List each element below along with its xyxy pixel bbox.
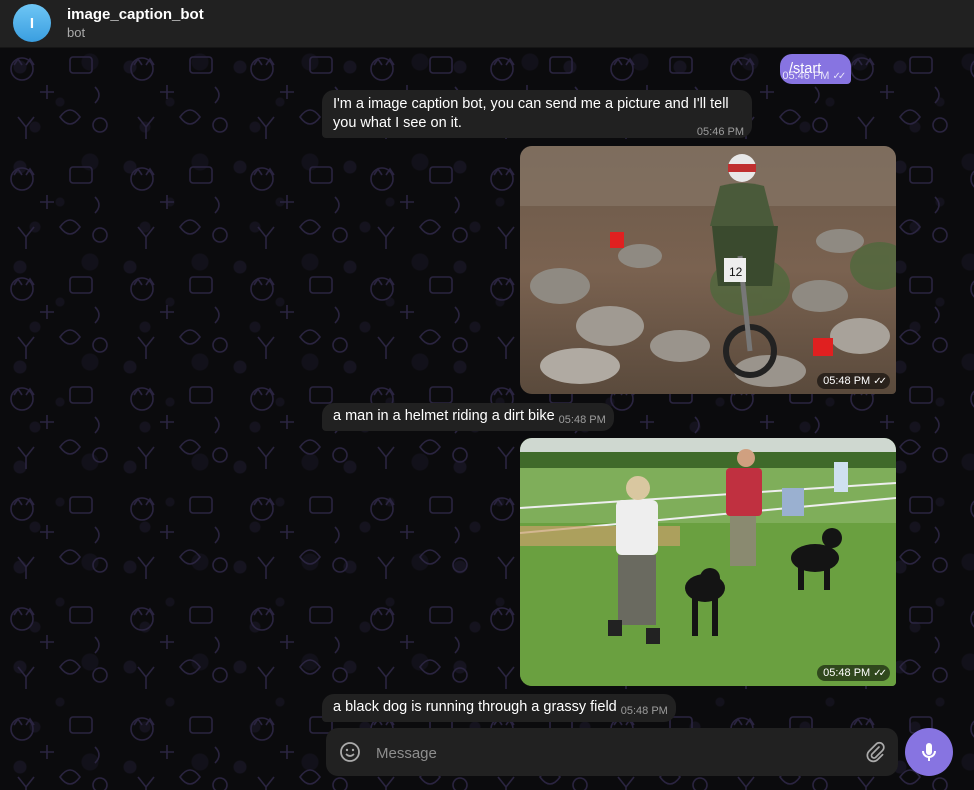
photo-image: 12 [520, 146, 896, 394]
paperclip-icon[interactable] [864, 741, 886, 763]
message-text: a black dog is running through a grassy … [333, 699, 617, 715]
photo-message-dogs[interactable]: 05:48 PM ✓✓ [520, 438, 896, 686]
message-time: 05:46 PM [782, 70, 830, 82]
microphone-icon [922, 743, 936, 761]
emoji-icon[interactable] [339, 741, 361, 763]
message-time: 05:48 PM [823, 375, 871, 387]
message-composer [326, 728, 898, 776]
message-incoming[interactable]: a man in a helmet riding a dirt bike 05:4… [322, 403, 614, 431]
message-incoming[interactable]: I'm a image caption bot, you can send me… [322, 90, 752, 138]
message-meta: 05:46 PM ✓✓ [782, 67, 846, 86]
photo-message-dirt-bike[interactable]: 12 05:48 PM ✓✓ [520, 146, 896, 394]
message-outgoing[interactable]: /start 05:46 PM ✓✓ [780, 54, 852, 86]
chat-header[interactable]: I image_caption_bot bot [0, 0, 974, 48]
message-incoming[interactable]: a black dog is running through a grassy … [322, 694, 676, 722]
message-text: a man in a helmet riding a dirt bike [333, 408, 555, 424]
double-check-icon: ✓✓ [873, 668, 887, 679]
avatar[interactable]: I [13, 4, 51, 42]
message-meta: 05:48 PM ✓✓ [817, 665, 890, 681]
message-text: I'm a image caption bot, you can send me… [333, 96, 729, 131]
message-time: 05:48 PM [558, 414, 606, 426]
message-time: 05:46 PM [696, 126, 744, 138]
message-input[interactable] [374, 740, 848, 766]
svg-text:12: 12 [729, 265, 743, 279]
photo-image [520, 438, 896, 686]
double-check-icon: ✓✓ [873, 376, 887, 387]
microphone-button[interactable] [905, 728, 953, 776]
chat-subtitle: bot [67, 25, 86, 40]
double-check-icon: ✓✓ [832, 71, 846, 82]
message-time: 05:48 PM [620, 705, 668, 717]
chat-title: image_caption_bot [67, 6, 204, 23]
message-time: 05:48 PM [823, 667, 871, 679]
message-meta: 05:48 PM ✓✓ [817, 373, 890, 389]
